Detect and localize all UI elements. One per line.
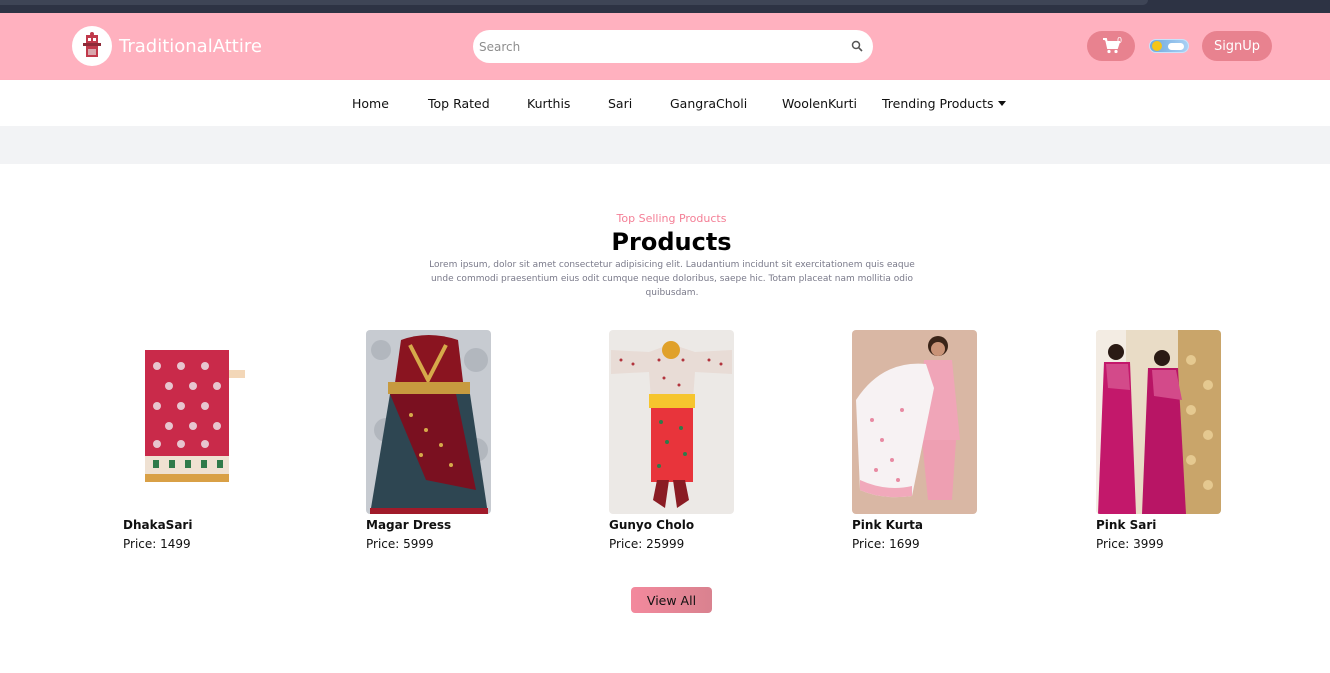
theme-toggle[interactable] [1149,39,1189,53]
logo-icon [72,26,112,66]
nav-item-home[interactable]: Home [352,96,389,111]
nav-item-sari[interactable]: Sari [608,96,632,111]
product-image[interactable] [366,330,491,514]
product-image[interactable] [609,330,734,514]
section-kicker: Top Selling Products [616,212,727,225]
nav-item-gangracholi[interactable]: GangraCholi [670,96,747,111]
logo-link[interactable]: TraditionalAttire [72,26,262,66]
hero-band [0,126,1330,164]
nav-item-trending-products[interactable]: Trending Products [882,96,1006,111]
view-all-button[interactable]: View All [631,587,712,613]
section-description: Lorem ipsum, dolor sit amet consectetur … [429,260,915,298]
main-nav: Home Top Rated Kurthis Sari GangraCholi … [0,80,1330,126]
product-name[interactable]: Magar Dress [366,517,506,534]
cart-count-badge: 0 [1117,36,1123,45]
product-card[interactable]: Gunyo Cholo Price: 25999 [609,330,749,553]
signup-button[interactable]: SignUp [1202,31,1272,61]
product-card[interactable]: Pink Kurta Price: 1699 [852,330,992,553]
product-image[interactable] [852,330,977,514]
trending-products-label: Trending Products [882,96,994,111]
product-card[interactable]: Pink Sari Price: 3999 [1096,330,1236,553]
search-icon[interactable] [851,40,863,52]
product-card[interactable]: DhakaSari Price: 1499 [123,330,263,553]
product-name[interactable]: DhakaSari [123,517,263,534]
nav-item-top-rated[interactable]: Top Rated [428,96,490,111]
brand-name: TraditionalAttire [119,35,262,57]
browser-tab-edge [0,0,1148,5]
product-image[interactable] [123,330,248,514]
section-title: Products [611,228,732,256]
search-box [473,30,873,63]
product-name[interactable]: Pink Kurta [852,517,992,534]
product-price: Price: 3999 [1096,537,1164,551]
nav-item-kurthis[interactable]: Kurthis [527,96,570,111]
browser-top-strip [0,0,1330,13]
product-price: Price: 1699 [852,537,920,551]
product-price: Price: 1499 [123,537,191,551]
nav-item-woolenkurti[interactable]: WoolenKurti [782,96,857,111]
product-name[interactable]: Gunyo Cholo [609,517,749,534]
cloud-icon [1168,43,1184,50]
product-name[interactable]: Pink Sari [1096,517,1236,534]
product-price: Price: 25999 [609,537,685,551]
search-input[interactable] [479,30,839,63]
site-header: TraditionalAttire 0 SignUp [0,13,1330,80]
product-price: Price: 5999 [366,537,434,551]
product-image[interactable] [1096,330,1221,514]
cart-button[interactable]: 0 [1087,31,1135,61]
sun-icon [1152,41,1162,51]
caret-down-icon [997,101,1006,106]
product-card[interactable]: Magar Dress Price: 5999 [366,330,506,553]
